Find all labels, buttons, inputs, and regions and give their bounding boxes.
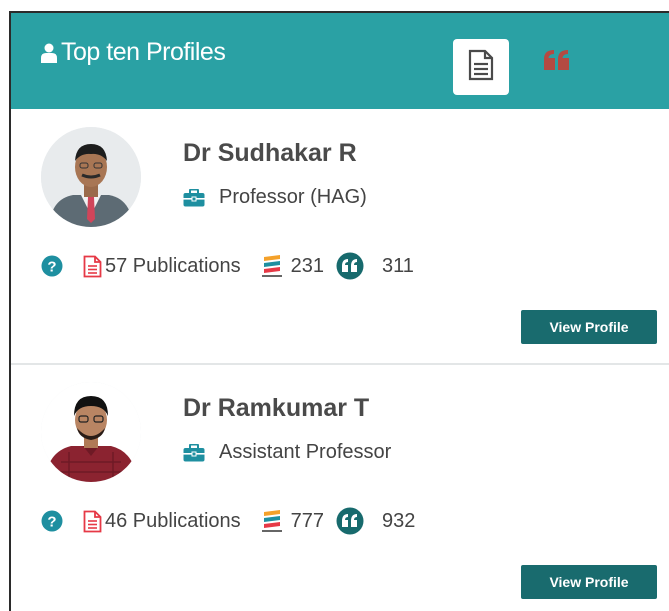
avatar[interactable] (41, 127, 141, 227)
publications-count[interactable]: 57 Publications (105, 255, 241, 278)
help-icon[interactable]: ? (41, 510, 63, 532)
profile-stats: ? 57 Publications 231 311 (41, 251, 414, 281)
help-icon[interactable]: ? (41, 255, 63, 277)
designation-text: Professor (HAG) (219, 186, 367, 208)
citation-icon (336, 507, 364, 535)
svg-text:?: ? (47, 514, 56, 531)
citations-count[interactable]: 932 (382, 510, 415, 533)
briefcase-icon (183, 188, 205, 206)
tab-citations[interactable] (543, 49, 571, 76)
document-icon (468, 49, 494, 86)
quote-icon (543, 50, 571, 75)
svg-text:?: ? (47, 259, 56, 276)
profile-name[interactable]: Dr Sudhakar R (183, 139, 357, 168)
profile-stats: ? 46 Publications 777 932 (41, 506, 415, 536)
card-divider (11, 363, 669, 365)
scopus-count[interactable]: 777 (291, 510, 324, 533)
profile-card: Dr Sudhakar R Professor (HAG) ? 57 Publi… (11, 111, 669, 359)
scopus-icon (261, 510, 282, 532)
panel-header: Top ten Profiles (11, 13, 669, 109)
citation-icon (336, 252, 364, 280)
view-profile-button[interactable]: View Profile (521, 310, 657, 344)
designation-text: Assistant Professor (219, 441, 392, 463)
publications-count[interactable]: 46 Publications (105, 510, 241, 533)
profile-card: Dr Ramkumar T Assistant Professor ? 46 P… (11, 366, 669, 611)
scopus-icon (261, 255, 282, 277)
publication-icon (83, 510, 102, 532)
profile-name[interactable]: Dr Ramkumar T (183, 394, 369, 423)
briefcase-icon (183, 443, 205, 461)
tab-publications[interactable] (453, 39, 509, 95)
view-profile-button[interactable]: View Profile (521, 565, 657, 599)
user-icon (41, 43, 57, 68)
avatar[interactable] (41, 382, 141, 482)
profile-designation: Professor (HAG) (183, 186, 367, 209)
publication-icon (83, 255, 102, 277)
profile-designation: Assistant Professor (183, 441, 391, 464)
top-profiles-panel: Top ten Profiles Dr Sudhakar R Professor… (9, 11, 669, 611)
scopus-count[interactable]: 231 (291, 255, 324, 278)
citations-count[interactable]: 311 (382, 255, 414, 278)
panel-title: Top ten Profiles (61, 38, 226, 66)
